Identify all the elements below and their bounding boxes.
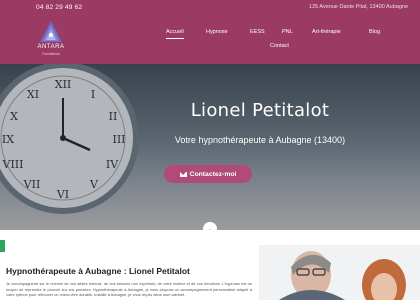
- hero-subtitle: Votre hypnothérapeute à Aubagne (13400): [174, 135, 346, 145]
- phone-number[interactable]: 04 82 29 49 62: [36, 4, 82, 11]
- envelope-icon: [179, 171, 187, 177]
- hero-banner: XII I II III IV V VI VII VIII IX X XI Li…: [0, 64, 420, 230]
- content-heading: Hypnothérapeute à Aubagne : Lionel Petit…: [6, 266, 190, 276]
- site-header: ANTARA Formations Accueil Hypnose EESS P…: [0, 16, 420, 64]
- nav-item-hypnose[interactable]: Hypnose: [206, 29, 228, 35]
- hero-overlay: [0, 64, 420, 230]
- address: 125 Avenue Dante Pilat, 13400 Aubagne: [309, 4, 408, 10]
- therapist-photo: [259, 245, 420, 300]
- side-widget-tab[interactable]: [0, 240, 5, 252]
- scroll-down-button[interactable]: ⌄: [203, 222, 217, 230]
- nav-item-blog[interactable]: Blog: [369, 29, 380, 35]
- contact-button[interactable]: Contactez-moi: [164, 165, 252, 183]
- nav-item-art-therapie[interactable]: Art-thérapie: [312, 29, 341, 35]
- logo-brand: ANTARA: [37, 44, 65, 50]
- therapist-photo-illustration: [259, 245, 420, 300]
- nav-item-accueil[interactable]: Accueil: [166, 29, 184, 39]
- nav-item-contact[interactable]: Contact: [270, 43, 289, 49]
- logo-triangle-icon: [40, 21, 62, 42]
- content-paragraph: Je accompagnerai sur le chemin de vos dé…: [6, 281, 252, 298]
- nav-item-eess[interactable]: EESS: [250, 29, 265, 35]
- hero-title: Lionel Petitalot: [190, 100, 330, 121]
- contact-button-label: Contactez-moi: [189, 170, 237, 178]
- site-logo[interactable]: ANTARA Formations: [34, 18, 68, 62]
- top-bar: 04 82 29 49 62 125 Avenue Dante Pilat, 1…: [0, 0, 420, 16]
- logo-tagline: Formations: [42, 52, 60, 56]
- nav-item-pnl[interactable]: PNL: [282, 29, 293, 35]
